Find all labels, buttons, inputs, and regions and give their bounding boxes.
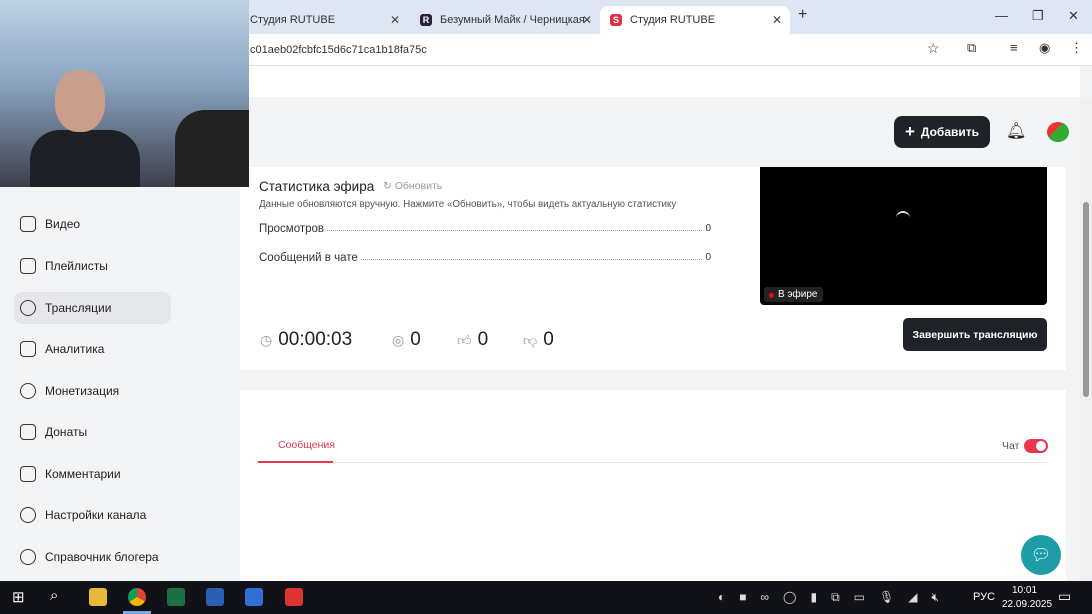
dislikes-stat: 👎︎ 0 (523, 329, 554, 350)
studio-favicon-icon: S (610, 14, 622, 26)
sidebar-item-playlists[interactable]: Плейлисты (14, 250, 171, 282)
sidebar-item-streams[interactable]: Трансляции (14, 292, 171, 324)
stat-row-messages: Сообщений в чате 0 (259, 252, 711, 264)
stream-stats-card: Статистика эфира ↻ Обновить Данные обнов… (240, 167, 1066, 370)
file-explorer-icon[interactable] (89, 588, 107, 606)
stream-preview-player[interactable]: В эфире (760, 167, 1047, 305)
minimize-icon[interactable]: — (995, 8, 1008, 23)
star-icon[interactable]: ☆ (927, 40, 940, 57)
sidebar-item-comments[interactable]: Комментарии (14, 458, 171, 490)
loading-spinner-icon (896, 211, 910, 225)
playlist-icon (20, 258, 36, 274)
support-chat-button[interactable]: 💬︎ (1021, 535, 1061, 575)
bell-icon[interactable]: 🔔︎ (1006, 121, 1026, 141)
tab-messages[interactable]: Сообщения (278, 439, 335, 451)
excel-icon[interactable] (167, 588, 185, 606)
help-icon (20, 549, 36, 565)
sidebar-item-analytics[interactable]: Аналитика (14, 333, 171, 365)
gear-icon (20, 507, 36, 523)
taskbar: ⊞ ⌕ ◐■∞◯▮⧉▭🎙︎◢🔇︎ РУС 10:01 22.09.2025 ▭ (0, 581, 1092, 614)
new-tab-icon[interactable]: + (798, 6, 807, 24)
duration-stat: ◷ 00:00:03 (260, 329, 353, 350)
broadcast-icon (20, 300, 36, 316)
windows-start-icon[interactable]: ⊞ (12, 588, 25, 606)
chrome-icon[interactable] (128, 588, 146, 606)
close-icon[interactable]: ✕ (772, 13, 782, 27)
stats-note: Данные обновляются вручную. Нажмите «Обн… (259, 199, 677, 210)
extensions-icon[interactable]: ⧉ (967, 40, 976, 56)
refresh-icon: ↻ (383, 180, 395, 192)
avatar[interactable] (1047, 122, 1069, 142)
webcam-overlay (0, 0, 249, 187)
stats-title: Статистика эфира (259, 179, 375, 194)
language-indicator[interactable]: РУС (973, 591, 995, 603)
thumbs-up-icon: 👍︎ (457, 331, 472, 348)
browser-tab[interactable]: Студия RUTUBE ✕ (240, 6, 408, 34)
likes-stat: 👍︎ 0 (457, 329, 489, 350)
word-icon[interactable] (206, 588, 224, 606)
chart-icon (20, 341, 36, 357)
sidebar-item-guide[interactable]: Справочник блогера (14, 541, 171, 573)
sidebar-item-monetization[interactable]: Монетизация (14, 375, 171, 407)
profile-icon[interactable]: ◉ (1039, 40, 1050, 56)
gift-icon (20, 424, 36, 440)
viewers-stat: ◎ 0 (392, 329, 421, 350)
scrollbar[interactable] (1080, 97, 1092, 581)
close-icon[interactable]: ✕ (390, 13, 400, 27)
notifications-icon[interactable]: ▭ (1058, 588, 1071, 605)
menu-icon[interactable]: ⋮ (1070, 40, 1083, 56)
browser-tab[interactable]: R Безумный Майк / Черницкая ✕ (410, 6, 600, 34)
clock-time[interactable]: 10:01 (1012, 585, 1037, 596)
live-badge: В эфире (764, 287, 823, 302)
sidebar-item-video[interactable]: Видео (14, 208, 171, 240)
browser-tab-active[interactable]: S Студия RUTUBE ✕ (600, 6, 790, 34)
sidebar-item-donations[interactable]: Донаты (14, 416, 171, 448)
thumbs-down-icon: 👎︎ (523, 331, 538, 348)
restore-icon[interactable]: ❐ (1032, 8, 1044, 24)
viewer-icon: ◎ (392, 331, 405, 348)
app-icon[interactable] (245, 588, 263, 606)
close-icon[interactable]: ✕ (582, 13, 592, 27)
video-icon (20, 216, 36, 232)
sidebar-item-settings[interactable]: Настройки канала (14, 499, 171, 531)
close-window-icon[interactable]: ✕ (1068, 8, 1079, 24)
stat-row-views: Просмотров 0 (259, 223, 711, 235)
add-button[interactable]: + Добавить (894, 116, 990, 148)
rutube-favicon-icon: R (420, 14, 432, 26)
sidebar: Видео Плейлисты Трансляции Аналитика Мон… (0, 187, 238, 581)
chat-toggle[interactable] (1024, 439, 1048, 453)
chat-card: Сообщения Чат (240, 390, 1066, 581)
ruble-icon (20, 383, 36, 399)
clock-icon: ◷ (260, 331, 273, 348)
comment-icon (20, 466, 36, 482)
search-icon[interactable]: ⌕ (50, 587, 58, 604)
refresh-button[interactable]: ↻ Обновить (383, 180, 442, 192)
clock-date[interactable]: 22.09.2025 (1002, 599, 1052, 610)
chat-bubble-icon: 💬︎ (1030, 547, 1052, 564)
tray-icons[interactable]: ◐■∞◯▮⧉▭🎙︎◢🔇︎ (718, 590, 953, 605)
plus-icon: + (904, 122, 915, 141)
app-icon[interactable] (285, 588, 303, 606)
end-stream-button[interactable]: Завершить трансляцию (903, 318, 1047, 351)
chat-toggle-label: Чат (1002, 440, 1020, 452)
media-icon[interactable]: ≡ (1010, 40, 1018, 55)
url-text[interactable]: c01aeb02fcbfc15d6c71ca1b18fa75c (250, 44, 427, 56)
